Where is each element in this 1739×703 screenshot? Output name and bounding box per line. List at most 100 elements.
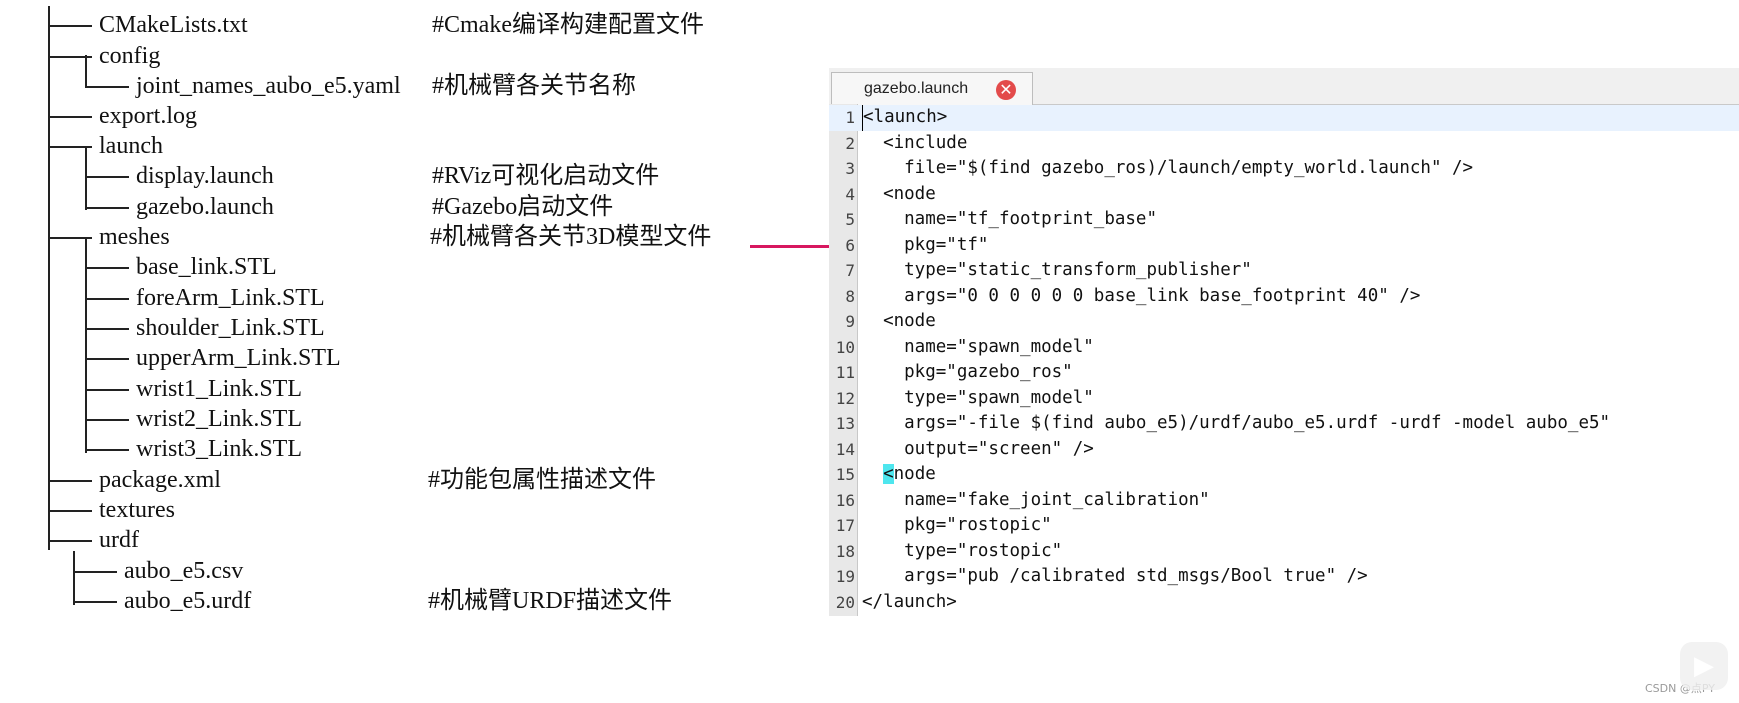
line-number: 11: [835, 363, 855, 382]
code-line[interactable]: 6 pkg="tf": [829, 233, 1739, 259]
code-text: pkg="tf": [862, 234, 989, 255]
line-number: 8: [845, 286, 855, 306]
code-line[interactable]: 19 args="pub /calibrated std_msgs/Bool t…: [829, 564, 1739, 590]
code-text: name="fake_joint_calibration": [862, 489, 1210, 510]
tree-item-comment: #Gazebo启动文件: [432, 194, 614, 220]
code-text: <include: [862, 132, 968, 153]
tree-item-comment: #机械臂各关节3D模型文件: [430, 224, 712, 250]
code-line[interactable]: 8 args="0 0 0 0 0 0 base_link base_footp…: [829, 284, 1739, 310]
tree-item-comment: #功能包属性描述文件: [428, 467, 656, 493]
line-number: 19: [835, 567, 855, 586]
tree-item-name: wrist2_Link.STL: [136, 406, 302, 432]
code-text: pkg="gazebo_ros": [862, 362, 1073, 382]
tree-row: wrist3_Link.STL: [0, 432, 840, 466]
tree-trunk-line: [85, 146, 87, 210]
line-number: 9: [845, 312, 855, 331]
line-number: 2: [845, 133, 855, 153]
tree-row: urdf: [0, 523, 840, 557]
code-text: <node: [862, 311, 936, 331]
line-number: 7: [845, 261, 855, 280]
code-area[interactable]: 1 <launch> 2 <include 3 file="$(find gazebo…: [829, 104, 1739, 616]
tree-connector-line: [73, 571, 117, 573]
line-number: 18: [835, 541, 855, 561]
tree-connector-line: [48, 510, 92, 512]
line-number: 5: [845, 210, 855, 229]
tree-row: wrist2_Link.STL: [0, 402, 840, 436]
tree-trunk-line: [85, 55, 87, 87]
file-tree: CMakeLists.txt #Cmake编译构建配置文件 config joint_…: [0, 0, 840, 703]
code-line[interactable]: 13 args="-file $(find aubo_e5)/urdf/aubo…: [829, 411, 1739, 437]
code-line[interactable]: 10 name="spawn_model": [829, 335, 1739, 361]
code-line[interactable]: 4 <node: [829, 182, 1739, 208]
tree-item-name: launch: [99, 133, 163, 159]
tree-connector-line: [85, 449, 129, 451]
line-number: 1: [845, 108, 855, 127]
tree-item-name: urdf: [99, 527, 139, 553]
line-number: 6: [845, 235, 855, 255]
code-line[interactable]: 1 <launch>: [829, 105, 1739, 131]
tab-gazebo-launch[interactable]: gazebo.launch ✕: [831, 72, 1033, 105]
tree-connector-line: [85, 176, 129, 178]
tree-item-comment: #RViz可视化启动文件: [432, 163, 660, 189]
tab-title: gazebo.launch: [864, 80, 969, 97]
line-number: 14: [835, 439, 855, 459]
code-line[interactable]: 15 <node: [829, 462, 1739, 488]
tree-item-name: aubo_e5.csv: [124, 558, 244, 584]
code-line[interactable]: 9 <node: [829, 309, 1739, 335]
play-icon[interactable]: ▶: [1680, 642, 1728, 690]
tree-item-comment: #机械臂各关节名称: [432, 73, 636, 99]
code-text: pkg="rostopic": [862, 515, 1052, 535]
code-line[interactable]: 16 name="fake_joint_calibration": [829, 488, 1739, 514]
tree-row: gazebo.launch #Gazebo启动文件: [0, 190, 840, 224]
tree-item-name: wrist3_Link.STL: [136, 436, 302, 462]
code-line[interactable]: 11 pkg="gazebo_ros": [829, 360, 1739, 386]
code-line[interactable]: 7 type="static_transform_publisher": [829, 258, 1739, 284]
tree-row: wrist1_Link.STL: [0, 372, 840, 406]
line-number: 10: [835, 337, 855, 357]
code-line[interactable]: 14 output="screen" />: [829, 437, 1739, 463]
code-line[interactable]: 3 file="$(find gazebo_ros)/launch/empty_…: [829, 156, 1739, 182]
tree-item-name: wrist1_Link.STL: [136, 376, 302, 402]
code-line[interactable]: 12 type="spawn_model": [829, 386, 1739, 412]
code-line[interactable]: 18 type="rostopic": [829, 539, 1739, 565]
code-text: type="rostopic": [862, 540, 1063, 561]
tree-row: aubo_e5.csv: [0, 554, 840, 588]
tree-item-name: foreArm_Link.STL: [136, 285, 325, 311]
tree-item-name: CMakeLists.txt: [99, 12, 248, 38]
code-line[interactable]: 2 <include: [829, 131, 1739, 157]
tree-item-name: display.launch: [136, 163, 274, 189]
line-number: 16: [835, 490, 855, 510]
code-text: type="spawn_model": [862, 387, 1094, 408]
line-number: 13: [835, 414, 855, 433]
tree-connector-line: [85, 207, 129, 209]
code-text: name="spawn_model": [862, 336, 1094, 357]
tree-row: launch: [0, 129, 840, 163]
connector-line: [750, 245, 832, 248]
code-text: output="screen" />: [862, 438, 1094, 459]
tree-connector-line: [48, 540, 92, 542]
tree-item-name: gazebo.launch: [136, 194, 274, 220]
tree-connector-line: [85, 358, 129, 360]
code-editor[interactable]: gazebo.launch ✕ 1 <launch> 2 <include 3 fil…: [829, 68, 1739, 618]
tree-item-name: config: [99, 43, 161, 69]
code-line[interactable]: 5 name="tf_footprint_base": [829, 207, 1739, 233]
tree-connector-line: [48, 480, 92, 482]
close-icon[interactable]: ✕: [996, 80, 1016, 100]
tree-row: export.log: [0, 99, 840, 133]
code-text: <node: [862, 183, 936, 204]
tree-trunk-line: [48, 6, 50, 550]
code-line[interactable]: 17 pkg="rostopic": [829, 513, 1739, 539]
tree-item-name: shoulder_Link.STL: [136, 315, 325, 341]
tree-row: config: [0, 39, 840, 73]
tree-item-name: export.log: [99, 103, 197, 129]
tree-row: CMakeLists.txt #Cmake编译构建配置文件: [0, 8, 840, 42]
code-text: args="pub /calibrated std_msgs/Bool true…: [862, 566, 1368, 586]
code-text: type="static_transform_publisher": [862, 260, 1252, 280]
tree-row: shoulder_Link.STL: [0, 311, 840, 345]
tree-connector-line: [48, 116, 92, 118]
tree-row: meshes #机械臂各关节3D模型文件: [0, 220, 840, 254]
bracket-match-highlight: <: [883, 464, 894, 484]
code-line[interactable]: 20 </launch>: [829, 590, 1739, 616]
tree-item-name: base_link.STL: [136, 254, 277, 280]
code-text: args="-file $(find aubo_e5)/urdf/aubo_e5…: [862, 413, 1611, 433]
